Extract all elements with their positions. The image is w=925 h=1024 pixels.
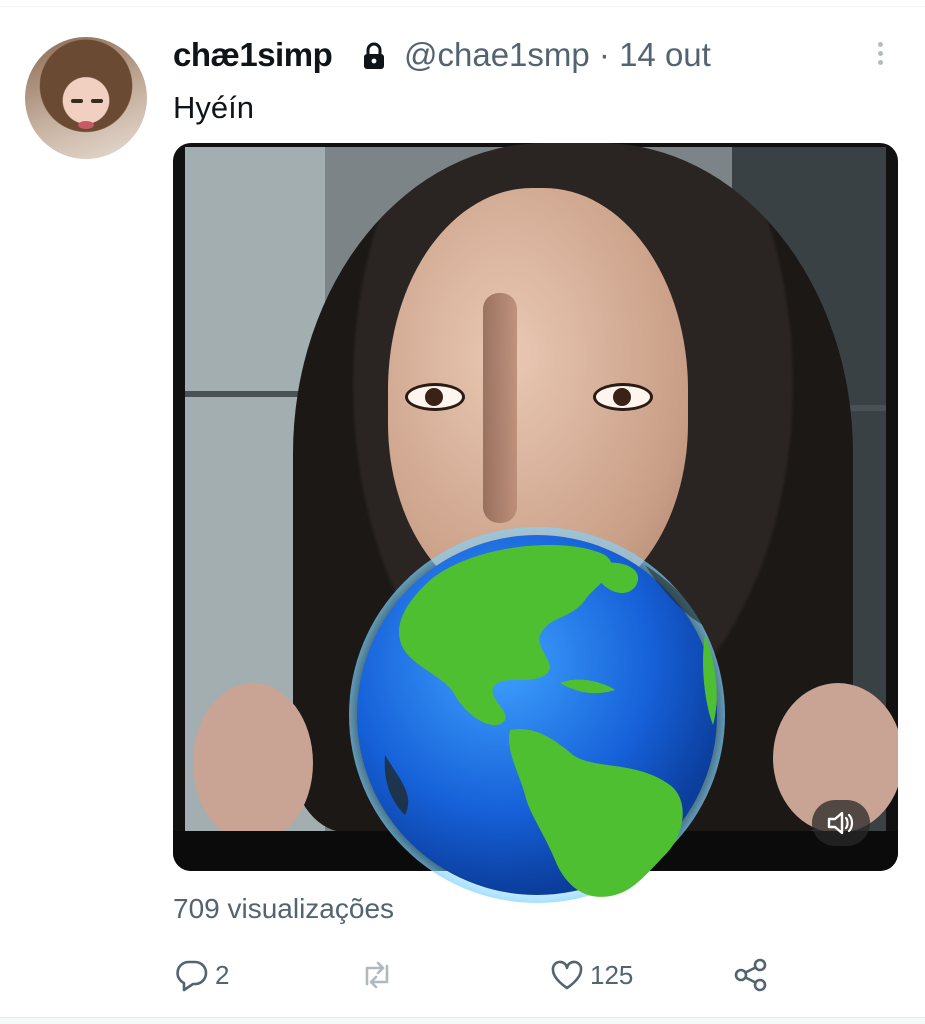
reply-icon [176, 960, 208, 992]
avatar[interactable] [25, 37, 147, 159]
display-name[interactable]: chæ1simp [173, 36, 333, 74]
video-eye [405, 383, 465, 411]
retweet-button[interactable] [360, 955, 400, 995]
share-button[interactable] [733, 955, 769, 995]
handle-and-date[interactable]: @chae1smp · 14 out [404, 36, 711, 74]
video-shoulder [193, 683, 313, 843]
retweet-icon [365, 961, 389, 989]
video-finger [483, 293, 517, 523]
like-count: 125 [590, 959, 634, 990]
avatar-eye [91, 99, 103, 103]
like-button[interactable]: 125 [550, 955, 633, 995]
tweet-text: Hyéín [173, 90, 254, 125]
share-icon [734, 958, 767, 992]
view-count: 709 visualizações [173, 893, 395, 924]
more-vertical-icon[interactable] [870, 38, 890, 70]
top-divider [0, 0, 925, 7]
reply-button[interactable]: 2 [175, 955, 229, 995]
bottom-divider [0, 1017, 925, 1024]
avatar-eye [71, 99, 83, 103]
lock-icon [364, 42, 384, 69]
avatar-lips [78, 121, 94, 129]
reply-count: 2 [215, 959, 230, 990]
globe-americas-icon [349, 527, 725, 903]
heart-icon [551, 960, 583, 990]
video-eye [593, 383, 653, 411]
mute-button[interactable] [812, 800, 870, 846]
speaker-muted-icon [827, 811, 854, 835]
